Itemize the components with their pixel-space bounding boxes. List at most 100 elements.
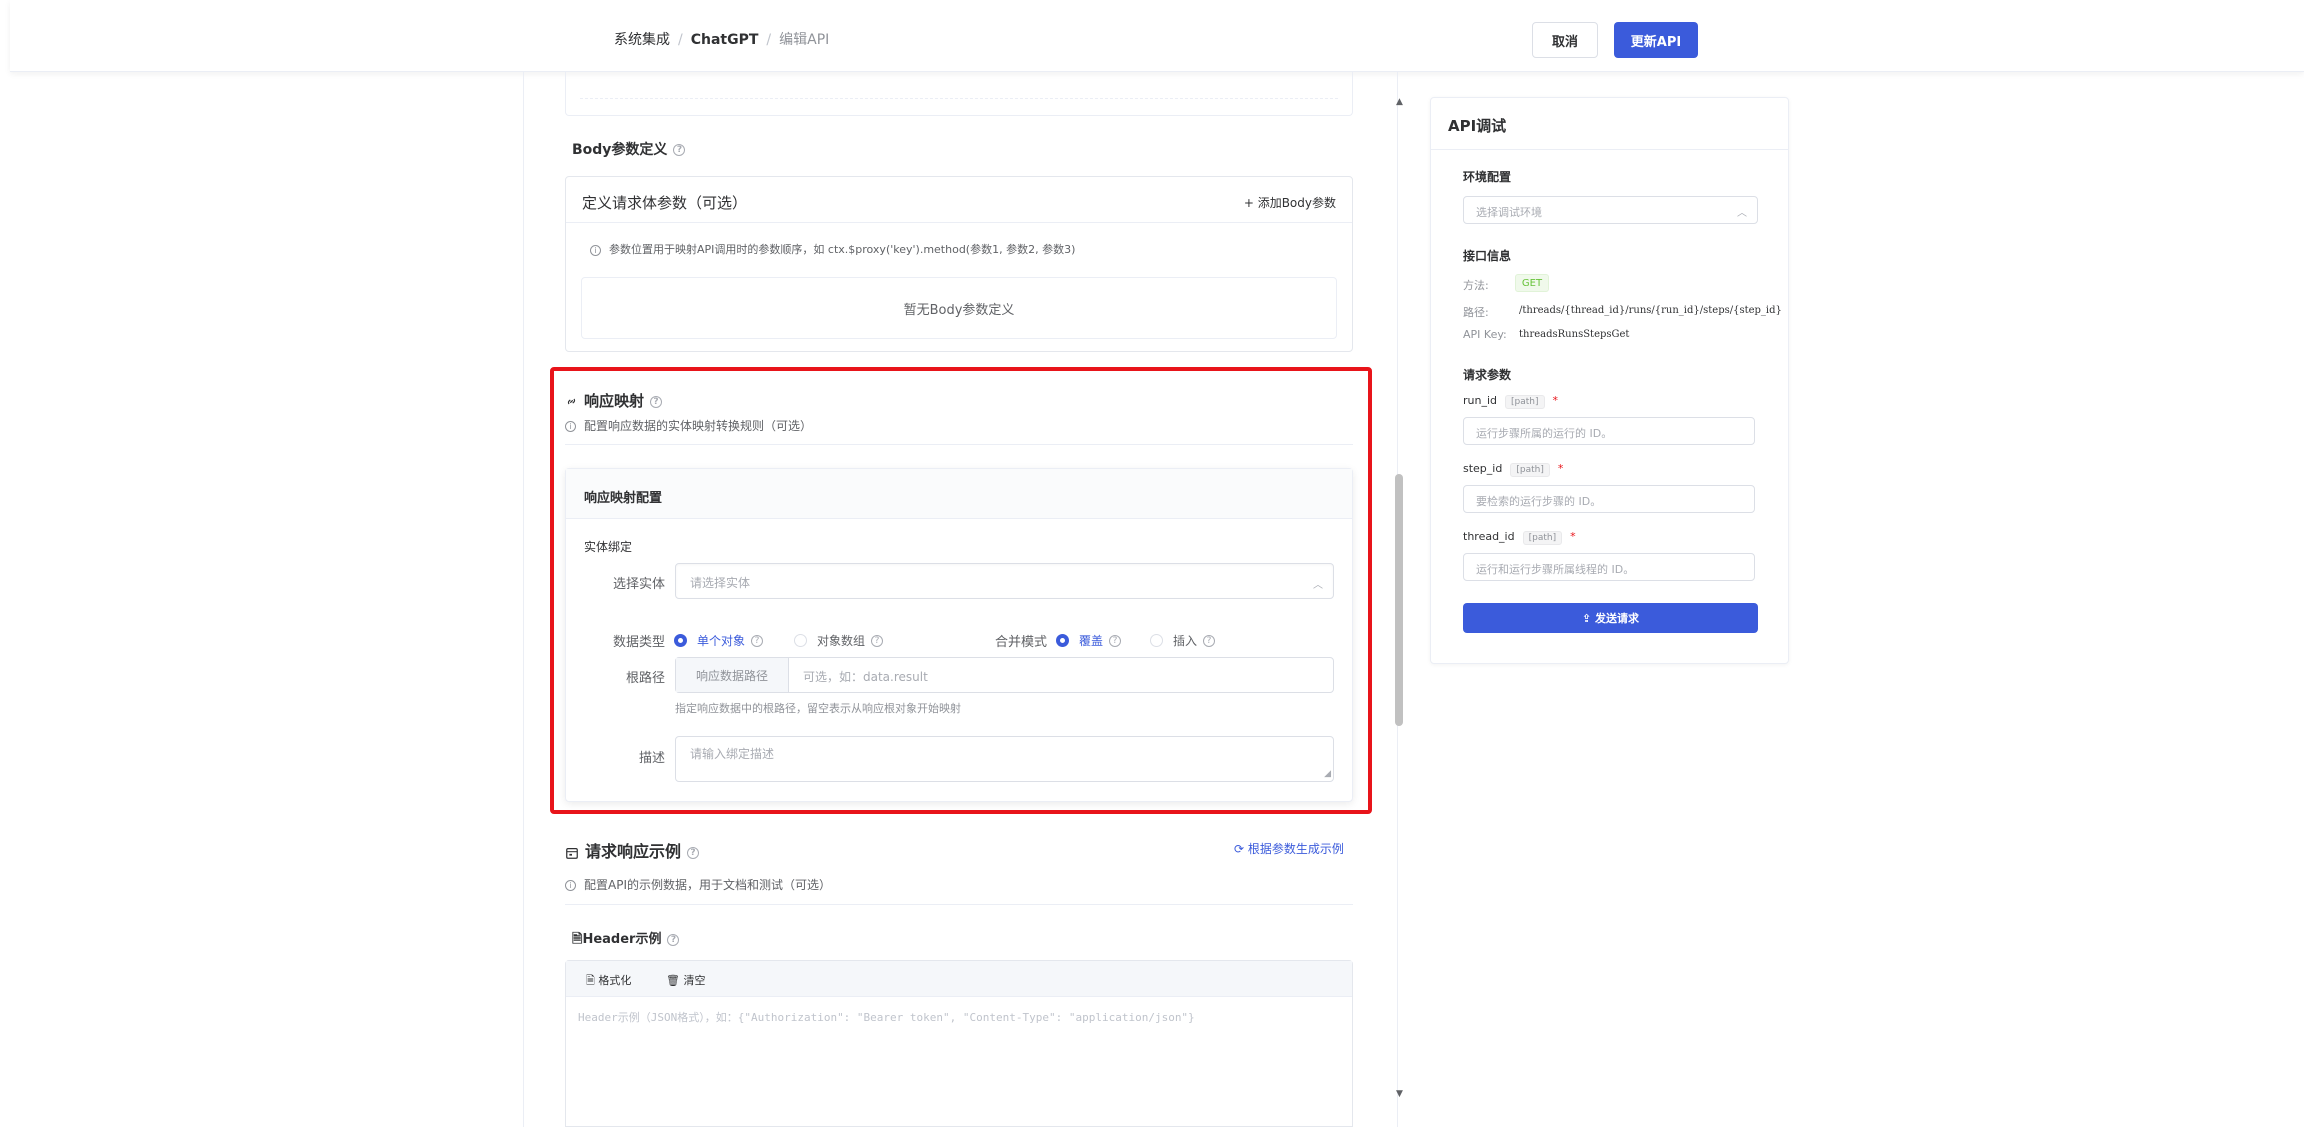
body-params-hint-text: 参数位置用于映射API调用时的参数顺序，如 ctx.$proxy('key').… — [609, 243, 1076, 256]
root-path-input[interactable]: 可选，如：data.result — [803, 668, 928, 685]
response-mapping-title-text: 响应映射 — [584, 392, 645, 410]
radio-object-array[interactable]: 对象数组? — [794, 632, 884, 649]
radio-dot — [1150, 634, 1163, 647]
update-api-button[interactable]: 更新API — [1614, 22, 1698, 58]
clear-label: 清空 — [683, 974, 706, 987]
help-icon[interactable]: ? — [751, 634, 764, 647]
format-button[interactable]: 🗎 格式化 — [586, 972, 631, 991]
param-placeholder: 运行和运行步骤所属线程的 ID。 — [1476, 563, 1635, 576]
examples-hint-text: 配置API的示例数据，用于文档和测试（可选） — [584, 878, 831, 892]
breadcrumb-item-integration[interactable]: 系统集成 — [614, 32, 670, 48]
param-tag: [path] — [1522, 531, 1563, 545]
divider — [565, 904, 1353, 905]
description-textarea[interactable]: 请输入绑定描述 ◢ — [675, 736, 1334, 782]
body-params-title-text: Body参数定义 — [572, 142, 668, 158]
divider — [565, 444, 1353, 445]
send-request-button[interactable]: ⇪ 发送请求 — [1463, 603, 1758, 633]
format-label: 格式化 — [598, 974, 632, 987]
editor-toolbar: 🗎 格式化 🗑 清空 — [566, 961, 1352, 997]
param-name: step_id — [1463, 462, 1503, 475]
info-icon: i — [565, 421, 576, 432]
param-name: run_id — [1463, 394, 1498, 407]
breadcrumb-item-chatgpt[interactable]: ChatGPT — [691, 32, 759, 48]
root-path-label: 根路径 — [625, 671, 665, 686]
generate-example-label: 根据参数生成示例 — [1247, 842, 1344, 856]
generate-example-button[interactable]: ⟳ 根据参数生成示例 — [1234, 840, 1344, 857]
radio-insert-label: 插入 — [1173, 634, 1198, 648]
method-badge: GET — [1515, 274, 1549, 292]
response-mapping-card-title: 响应映射配置 — [584, 491, 663, 506]
radio-single-object[interactable]: 单个对象? — [674, 632, 764, 649]
help-icon[interactable]: ? — [650, 395, 663, 408]
radio-dot — [674, 634, 687, 647]
cancel-button[interactable]: 取消 — [1532, 22, 1598, 58]
body-params-card-title: 定义请求体参数（可选） — [582, 194, 748, 212]
body-params-empty: 暂无Body参数定义 — [581, 277, 1337, 339]
clear-button[interactable]: 🗑 清空 — [666, 972, 705, 988]
param-placeholder: 要检索的运行步骤的 ID。 — [1476, 495, 1602, 508]
header-example-editor[interactable]: 🗎 格式化 🗑 清空 Header示例（JSON格式），如：{"Authoriz… — [565, 960, 1353, 1127]
info-icon: i — [565, 880, 576, 891]
scrollbar-thumb[interactable] — [1395, 474, 1403, 726]
upload-icon: ⇪ — [1581, 611, 1596, 625]
content-divider-left — [523, 72, 524, 1127]
method-label: 方法: — [1463, 279, 1489, 292]
param-thread-id-input[interactable]: 运行和运行步骤所属线程的 ID。 — [1463, 553, 1755, 581]
add-body-param-button[interactable]: + 添加Body参数 — [1244, 194, 1336, 211]
radio-dot — [794, 634, 807, 647]
data-type-label: 数据类型 — [612, 635, 665, 650]
radio-insert[interactable]: 插入? — [1150, 632, 1216, 649]
select-entity-dropdown[interactable]: 请选择实体 ︿ — [675, 563, 1334, 599]
api-debug-title: API调试 — [1448, 117, 1507, 135]
response-mapping-hint-text: 配置响应数据的实体映射转换规则（可选） — [584, 419, 813, 433]
examples-title-text: 请求响应示例 — [585, 842, 682, 861]
header-example-title-text: Header示例 — [582, 932, 662, 947]
param-tag: [path] — [1510, 463, 1550, 477]
help-icon[interactable]: ? — [673, 144, 686, 156]
interface-info-title: 接口信息 — [1463, 249, 1512, 263]
select-entity-label: 选择实体 — [612, 577, 665, 592]
previous-section-card — [565, 72, 1353, 116]
description-label: 描述 — [638, 751, 665, 766]
breadcrumb-separator: / — [766, 32, 772, 48]
body-params-card-header: 定义请求体参数（可选） + 添加Body参数 — [566, 177, 1352, 223]
help-icon[interactable]: ? — [687, 846, 700, 859]
info-icon: i — [590, 244, 601, 256]
help-icon[interactable]: ? — [667, 933, 680, 946]
root-path-help: 指定响应数据中的根路径，留空表示从响应根对象开始映射 — [675, 702, 961, 715]
param-name: thread_id — [1463, 530, 1515, 543]
examples-hint: i 配置API的示例数据，用于文档和测试（可选） — [565, 876, 831, 893]
help-icon[interactable]: ? — [871, 634, 884, 647]
help-icon[interactable]: ? — [1109, 634, 1122, 647]
refresh-icon: ⟳ — [1234, 842, 1248, 856]
request-params-title: 请求参数 — [1463, 368, 1512, 382]
chevron-up-icon: ︿ — [1313, 580, 1323, 591]
radio-overwrite[interactable]: 覆盖? — [1056, 632, 1122, 649]
entity-binding-label: 实体绑定 — [584, 540, 633, 554]
resize-handle-icon[interactable]: ◢ — [1324, 769, 1331, 779]
required-mark: * — [1552, 394, 1559, 407]
path-label: 路径: — [1463, 306, 1489, 319]
description-placeholder: 请输入绑定描述 — [690, 747, 775, 761]
path-value: /threads/{thread_id}/runs/{run_id}/steps… — [1519, 305, 1782, 316]
breadcrumb-item-current: 编辑API — [779, 32, 830, 48]
root-path-input-group: 响应数据路径 可选，如：data.result — [675, 657, 1334, 693]
required-mark: * — [1570, 530, 1576, 543]
header-example-placeholder: Header示例（JSON格式），如：{"Authorization": "Be… — [578, 1011, 1195, 1024]
help-icon[interactable]: ? — [1203, 634, 1216, 647]
param-step-id-input[interactable]: 要检索的运行步骤的 ID。 — [1463, 485, 1755, 513]
api-debug-panel: API调试 环境配置 选择调试环境 ︿ 接口信息 方法: GET 路径: /th… — [1430, 97, 1789, 664]
env-config-title: 环境配置 — [1463, 170, 1512, 184]
breadcrumb-separator: / — [678, 32, 683, 48]
response-mapping-card-header: 响应映射配置 — [566, 469, 1352, 519]
scroll-up-arrow-icon[interactable]: ▲ — [1396, 97, 1403, 107]
param-run-id-label: run_id [path] * — [1463, 394, 1558, 409]
scroll-down-arrow-icon[interactable]: ▼ — [1396, 1089, 1403, 1099]
param-thread-id-label: thread_id [path] * — [1463, 530, 1576, 545]
param-placeholder: 运行步骤所属的运行的 ID。 — [1476, 427, 1613, 440]
env-select[interactable]: 选择调试环境 ︿ — [1463, 196, 1758, 224]
required-mark: * — [1557, 462, 1564, 475]
param-run-id-input[interactable]: 运行步骤所属的运行的 ID。 — [1463, 417, 1755, 445]
document-icon: 🗎 — [572, 932, 583, 947]
radio-object-array-label: 对象数组 — [817, 634, 866, 648]
